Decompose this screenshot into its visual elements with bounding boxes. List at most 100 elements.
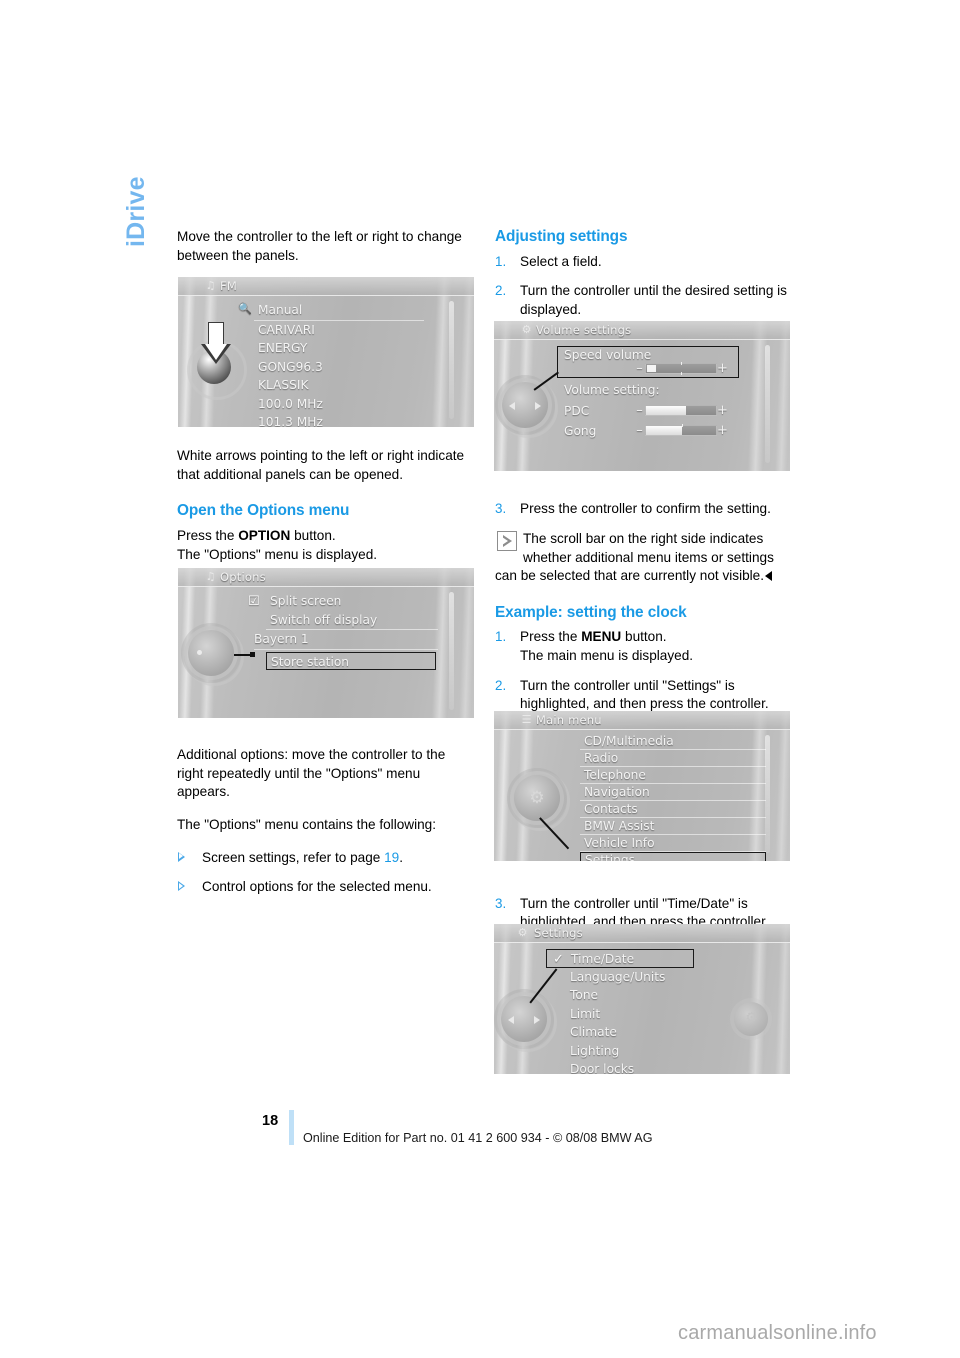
options-icon: ♫ bbox=[205, 570, 216, 583]
heading-open-options-menu: Open the Options menu bbox=[177, 502, 350, 520]
field-speed-volume-highlighted[interactable]: Speed volume – + bbox=[557, 346, 739, 378]
list-item-highlighted[interactable]: Store station bbox=[266, 651, 436, 670]
radio-icon: ♫ bbox=[205, 279, 216, 292]
slider-fill bbox=[646, 426, 682, 435]
plus-label[interactable]: + bbox=[717, 361, 728, 376]
right-arrow-icon bbox=[534, 1016, 540, 1024]
list-item-label: 100.0 MHz bbox=[258, 396, 323, 411]
settings-icon: ⚙ bbox=[521, 323, 532, 336]
list-item-label: Limit bbox=[570, 1006, 601, 1021]
step-second-line: The main menu is displayed. bbox=[520, 647, 694, 663]
bullet-text: Control options for the selected menu. bbox=[202, 879, 432, 895]
list-item-label: Contacts bbox=[584, 802, 638, 816]
down-arrow-icon bbox=[201, 322, 231, 366]
minus-label[interactable]: – bbox=[634, 423, 645, 438]
list-item[interactable]: Language/Units bbox=[546, 968, 694, 987]
menu-button-label: MENU bbox=[581, 629, 622, 645]
list-item-section-label: Bayern 1 bbox=[254, 630, 438, 650]
slider-speed-volume[interactable]: – + bbox=[634, 361, 728, 376]
list-item-label: CD/Multimedia bbox=[584, 734, 674, 748]
step-number: 3. bbox=[495, 895, 507, 911]
step-press-controller-confirm: 3. Press the controller to confirm the s… bbox=[495, 500, 791, 519]
list-item-label: Tone bbox=[570, 988, 599, 1002]
list-item[interactable]: Tone bbox=[546, 986, 694, 1005]
boxed-triangle-icon bbox=[497, 530, 517, 551]
bullet-text-pre: Screen settings, refer to page bbox=[202, 849, 385, 865]
list-item-label: Door locks bbox=[570, 1062, 635, 1074]
page-reference-link[interactable]: 19 bbox=[384, 850, 399, 865]
list-item-label: Lighting bbox=[570, 1043, 620, 1058]
step-text: Select a field. bbox=[520, 253, 602, 269]
manual-page: iDrive Move the controller to the left o… bbox=[0, 0, 960, 1358]
list-item[interactable]: 101.3 MHz bbox=[254, 413, 424, 427]
options-instruction-line1: Press the OPTION button. bbox=[177, 527, 473, 546]
slider-tick bbox=[681, 362, 682, 365]
scrollbar[interactable] bbox=[449, 592, 454, 710]
gear-icon: ⚙ bbox=[517, 926, 528, 939]
list-item[interactable]: ☑ Split screen bbox=[248, 592, 438, 611]
slider-track[interactable] bbox=[645, 424, 717, 436]
list-item-label: Settings bbox=[585, 853, 635, 861]
list-item-label: BMW Assist bbox=[584, 819, 655, 833]
list-item[interactable]: ENERGY bbox=[254, 339, 424, 358]
list-item[interactable]: Navigation bbox=[580, 784, 766, 801]
step-text: Press the controller to confirm the sett… bbox=[520, 501, 771, 517]
list-item[interactable]: 🔍 Manual bbox=[238, 301, 424, 321]
controller-knob[interactable] bbox=[501, 996, 547, 1042]
bullet-text-post: . bbox=[399, 849, 404, 865]
gear-icon: ⚙ bbox=[745, 1010, 758, 1026]
controller-knob[interactable] bbox=[502, 382, 548, 428]
slider-track[interactable] bbox=[645, 362, 717, 375]
right-arrow-icon bbox=[535, 402, 541, 410]
list-item[interactable]: Climate bbox=[546, 1023, 694, 1042]
figure-volume-settings-screen: ⚙ Volume settings Speed volume – + Volum… bbox=[494, 321, 790, 471]
field-label: Speed volume bbox=[564, 348, 652, 362]
minus-label[interactable]: – bbox=[634, 403, 645, 418]
list-item[interactable]: Limit bbox=[546, 1005, 694, 1024]
plus-label[interactable]: + bbox=[717, 423, 728, 438]
minus-label[interactable]: – bbox=[634, 361, 645, 376]
controller-knob[interactable] bbox=[188, 630, 234, 676]
list-item[interactable]: Vehicle Info bbox=[580, 835, 766, 852]
controller-knob[interactable]: ⚙ bbox=[514, 775, 560, 821]
scrollbar[interactable] bbox=[765, 345, 770, 463]
slider-thumb[interactable] bbox=[647, 365, 656, 372]
row-label-pdc: PDC bbox=[564, 404, 590, 418]
footer-text: Online Edition for Part no. 01 41 2 600 … bbox=[303, 1131, 653, 1145]
list-item-label: Radio bbox=[584, 751, 619, 765]
list-item-label: KLASSIK bbox=[258, 378, 309, 392]
step-number: 2. bbox=[495, 283, 507, 299]
step-number: 2. bbox=[495, 677, 507, 693]
row-label-gong: Gong bbox=[564, 424, 597, 438]
list-item[interactable]: Contacts bbox=[580, 801, 766, 818]
slider-pdc[interactable]: – + bbox=[634, 403, 728, 418]
checkbox-checked-icon[interactable]: ☑ bbox=[248, 593, 260, 612]
list-item[interactable]: GONG96.3 bbox=[254, 358, 424, 377]
bullet-screen-settings: Screen settings, refer to page 19. bbox=[177, 849, 473, 868]
secondary-controller-knob[interactable]: ⚙ bbox=[734, 1002, 768, 1036]
slider-gong[interactable]: – + bbox=[634, 423, 728, 438]
additional-options-paragraph: Additional options: move the controller … bbox=[177, 747, 446, 800]
list-item-label: ENERGY bbox=[258, 341, 308, 355]
list-item[interactable]: 100.0 MHz bbox=[254, 395, 424, 414]
list-item[interactable]: Lighting bbox=[546, 1042, 694, 1061]
list-item[interactable]: CD/Multimedia bbox=[580, 733, 766, 750]
list-item-label: Time/Date bbox=[571, 952, 635, 966]
heading-adjusting-settings: Adjusting settings bbox=[495, 228, 628, 245]
list-item-highlighted[interactable]: Settings bbox=[580, 852, 766, 861]
chapter-tab-idrive: iDrive bbox=[122, 176, 150, 247]
list-item[interactable]: Switch off display bbox=[266, 611, 438, 630]
list-item-highlighted[interactable]: ✓ Time/Date bbox=[546, 949, 694, 968]
slider-track[interactable] bbox=[645, 405, 717, 416]
list-item[interactable]: Radio bbox=[580, 750, 766, 767]
list-item[interactable]: Telephone bbox=[580, 767, 766, 784]
list-item[interactable]: BMW Assist bbox=[580, 818, 766, 835]
scrollbar[interactable] bbox=[449, 301, 454, 419]
list-item[interactable]: Door locks bbox=[546, 1060, 694, 1074]
figure-settings-screen: ⚙ Settings ✓ Time/Date Language/Units To… bbox=[494, 924, 790, 1074]
plus-label[interactable]: + bbox=[717, 403, 728, 418]
list-item[interactable]: KLASSIK bbox=[254, 376, 424, 395]
list-item-label: Telephone bbox=[584, 768, 646, 782]
list-item[interactable]: CARIVARI bbox=[254, 321, 424, 340]
options-line1-post: button. bbox=[290, 527, 336, 543]
